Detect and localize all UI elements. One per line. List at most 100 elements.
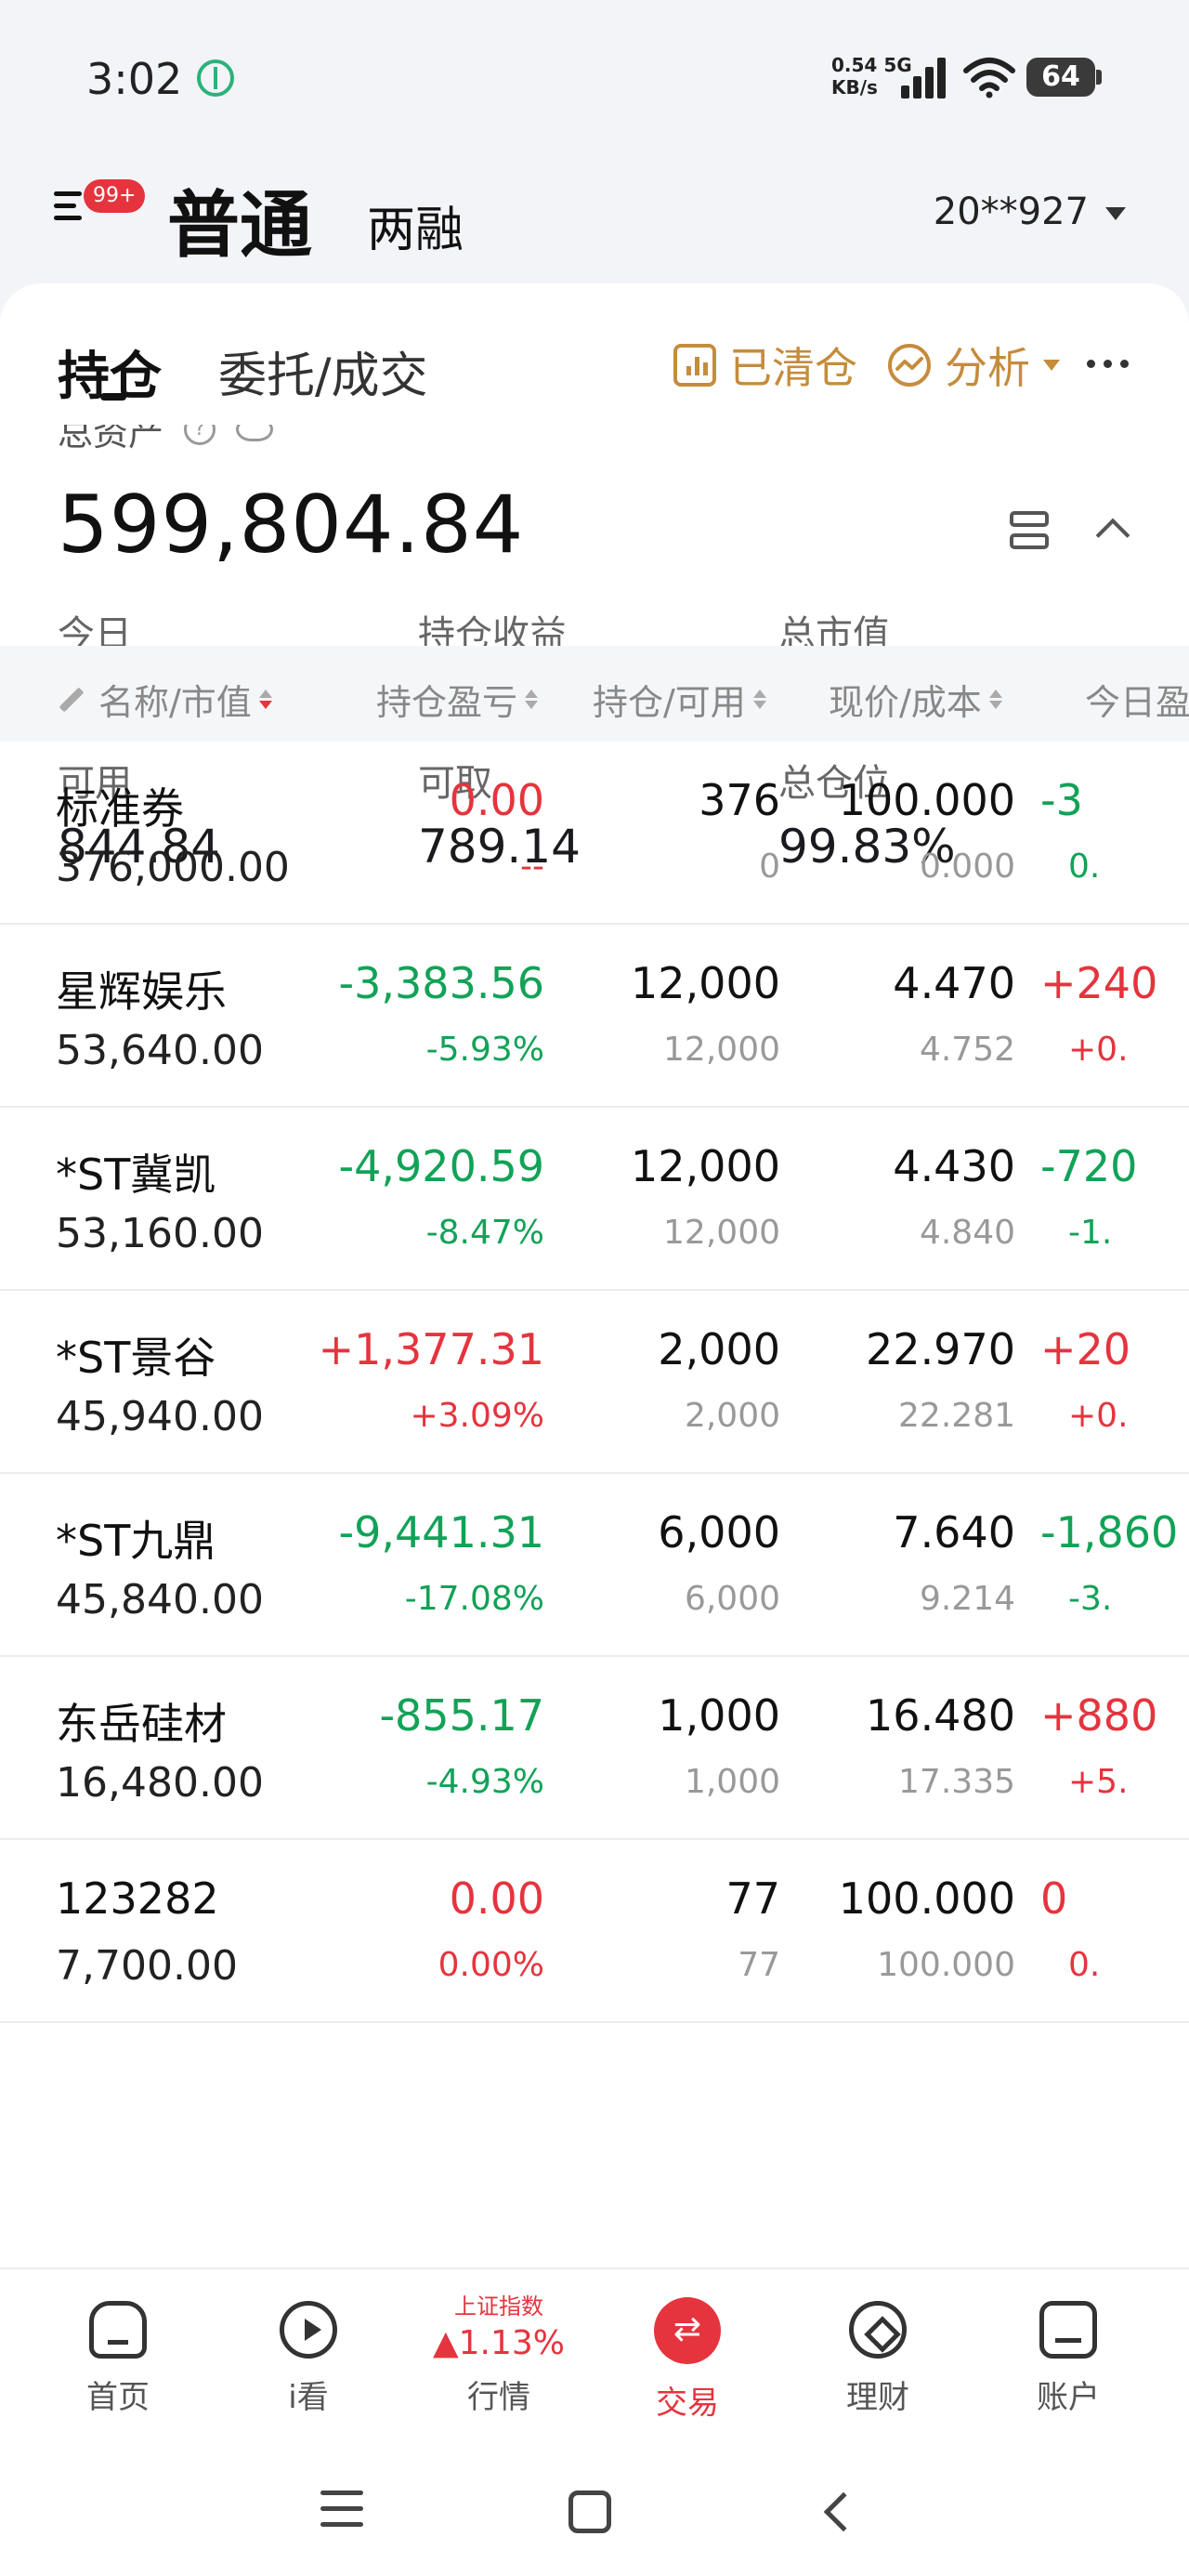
help-icon[interactable]: ? (184, 425, 216, 445)
market-value: 53,160.00 (56, 1210, 264, 1257)
market-value: 16,480.00 (56, 1759, 264, 1807)
current-price: 4.470 (893, 958, 1015, 1008)
current-price: 16.480 (866, 1690, 1015, 1741)
account-type-normal[interactable]: 普通 (167, 167, 312, 271)
column-name-label: 名称/市值 (98, 682, 252, 723)
chevron-up-icon[interactable] (1095, 518, 1130, 553)
holdings-table-header: 名称/市值 持仓盈亏 持仓/可用 现价/成本 今日盈 (0, 646, 1189, 742)
eye-icon[interactable] (236, 425, 274, 441)
wifi-icon (963, 58, 1015, 99)
back-icon[interactable] (823, 2491, 864, 2532)
table-row[interactable]: 标准券 376,000.00 0.00 -- 376 0 100.000 0.000 -3 0. (0, 742, 1189, 925)
analysis-label: 分析 (945, 343, 1030, 393)
nav-account[interactable]: 账户 (994, 2288, 1143, 2417)
nav-account-label: 账户 (1037, 2379, 1100, 2416)
position-pl-percent: -8.47% (425, 1214, 544, 1252)
position-pl: +1,377.31 (318, 1324, 544, 1374)
position-pl: -3,383.56 (338, 958, 544, 1008)
cleared-label: 已清仓 (729, 343, 857, 393)
stock-name: *ST冀凯 (56, 1150, 216, 1200)
position-qty: 2,000 (658, 1324, 780, 1374)
nav-wealth-label: 理财 (846, 2379, 909, 2416)
nav-home[interactable]: 首页 (44, 2288, 192, 2417)
position-pl-percent: -4.93% (425, 1763, 544, 1801)
stock-name: 123282 (56, 1873, 219, 1924)
table-row[interactable]: 星辉娱乐 53,640.00 -3,383.56 -5.93% 12,000 12,000… (0, 925, 1189, 1108)
holdings-table-body: 标准券 376,000.00 0.00 -- 376 0 100.000 0.000 -3 0. 星… (0, 742, 1189, 2267)
status-time: 3:02 (86, 54, 183, 104)
market-value: 53,640.00 (56, 1027, 264, 1074)
stock-name: 东岳硅材 (56, 1699, 227, 1749)
system-navigation-bar (0, 2453, 1189, 2576)
network-speed: 0.54 5G KB/s (831, 54, 912, 99)
cost-price: 17.335 (898, 1763, 1015, 1801)
edit-icon[interactable] (59, 687, 85, 712)
column-position-label: 持仓/可用 (593, 682, 746, 723)
nav-trade-label: 交易 (656, 2385, 719, 2422)
position-qty: 6,000 (658, 1507, 780, 1557)
current-price: 100.000 (838, 775, 1015, 825)
position-pl: 0.00 (449, 775, 544, 825)
stock-name: *ST九鼎 (56, 1516, 216, 1566)
nav-market[interactable]: 上证指数 ▲1.13% 行情 (425, 2288, 573, 2417)
column-price-cost[interactable]: 现价/成本 (829, 674, 1002, 725)
active-tab-indicator (100, 393, 126, 401)
nav-home-label: 首页 (86, 2379, 150, 2416)
home-icon (89, 2301, 147, 2359)
available-qty: 6,000 (684, 1580, 780, 1618)
layout-toggle-icon[interactable] (1010, 511, 1049, 550)
nav-watch[interactable]: i看 (234, 2288, 383, 2417)
notification-badge: 99+ (84, 179, 146, 213)
column-today-label: 今日盈 (1085, 682, 1189, 723)
today-pl-percent: -3. (1068, 1580, 1113, 1618)
column-name-market-value[interactable]: 名称/市值 (58, 674, 272, 725)
table-row[interactable]: *ST冀凯 53,160.00 -4,920.59 -8.47% 12,000 12,00… (0, 1108, 1189, 1291)
position-qty: 77 (725, 1873, 780, 1924)
position-qty: 376 (699, 775, 780, 825)
available-qty: 2,000 (684, 1397, 780, 1435)
recent-apps-icon[interactable] (320, 2491, 363, 2528)
play-icon (280, 2301, 337, 2359)
net-speed-value: 0.54 (831, 54, 878, 76)
cleared-positions-button[interactable]: 已清仓 (673, 335, 857, 396)
chevron-down-icon (1043, 360, 1060, 371)
sort-icon (258, 690, 272, 709)
column-position[interactable]: 持仓/可用 (593, 674, 766, 725)
nav-trade[interactable]: 交易 (613, 2288, 762, 2423)
cost-price: 0.000 (919, 848, 1015, 886)
today-pl-percent: 0. (1068, 848, 1101, 886)
net-speed-unit: KB/s (831, 76, 878, 99)
column-pl[interactable]: 持仓盈亏 (376, 674, 539, 725)
table-row[interactable]: *ST九鼎 45,840.00 -9,441.31 -17.08% 6,000 6,000… (0, 1474, 1189, 1657)
total-assets-label-row: 总资产 ? (58, 425, 274, 453)
position-qty: 1,000 (658, 1690, 780, 1741)
more-options-icon[interactable] (1087, 360, 1129, 368)
today-pl: -720 (1040, 1141, 1138, 1191)
market-value: 45,940.00 (56, 1393, 264, 1440)
account-selector[interactable]: 20**927 (934, 191, 1126, 233)
nav-wealth[interactable]: 理财 (804, 2288, 952, 2417)
today-pl-percent: -1. (1068, 1214, 1113, 1252)
account-type-margin[interactable]: 两融 (367, 191, 464, 260)
position-pl-percent: +3.09% (410, 1397, 544, 1435)
market-value: 45,840.00 (56, 1576, 264, 1623)
column-today-pl[interactable]: 今日盈 (1085, 674, 1189, 725)
trade-icon (654, 2297, 721, 2364)
position-pl-percent: -- (520, 848, 544, 886)
account-number: 20**927 (933, 191, 1089, 233)
stock-name: 标准券 (56, 783, 184, 834)
signal-icon (901, 58, 952, 99)
analysis-button[interactable]: 分析 (887, 335, 1060, 396)
account-icon (1039, 2301, 1097, 2359)
table-row[interactable]: 123282 7,700.00 0.00 0.00% 77 77 100.000 100.00… (0, 1840, 1189, 2023)
cost-price: 9.214 (919, 1580, 1015, 1618)
position-pl: -9,441.31 (338, 1507, 544, 1557)
nav-market-label: 行情 (467, 2379, 530, 2416)
table-row[interactable]: 东岳硅材 16,480.00 -855.17 -4.93% 1,000 1,000 16.4… (0, 1657, 1189, 1840)
table-row[interactable]: *ST景谷 45,940.00 +1,377.31 +3.09% 2,000 2,000 2… (0, 1291, 1189, 1474)
chevron-down-icon (1105, 207, 1126, 220)
tab-orders[interactable]: 委托/成交 (218, 336, 428, 406)
home-button-icon[interactable] (568, 2491, 611, 2533)
market-value: 376,000.00 (56, 844, 290, 891)
index-change: ▲1.13% (432, 2324, 566, 2362)
